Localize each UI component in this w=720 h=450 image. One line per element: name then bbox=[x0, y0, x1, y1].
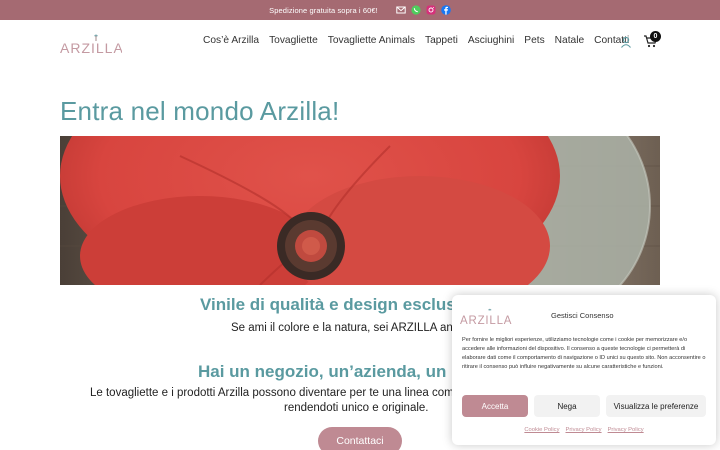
consent-title: Gestisci Consenso bbox=[551, 311, 614, 320]
nav-item-tovagliette[interactable]: Tovagliette bbox=[269, 35, 318, 46]
nav-item-tovagliette-animals[interactable]: Tovagliette Animals bbox=[328, 35, 415, 46]
main-navigation: Cos’è Arzilla Tovagliette Tovagliette An… bbox=[203, 35, 639, 46]
privacy-policy-link-2[interactable]: Privacy Policy bbox=[608, 427, 644, 433]
social-links bbox=[396, 5, 451, 15]
announcement-bar: Spedizione gratuita sopra i 60€! bbox=[0, 0, 720, 20]
arzilla-logo[interactable]: ARZILLA bbox=[60, 32, 122, 56]
nav-item-cose-arzilla[interactable]: Cos’è Arzilla bbox=[203, 35, 259, 46]
consent-arzilla-logo: ARZILLA bbox=[460, 308, 512, 327]
section-subtitle-quality: Vinile di qualità e design esclusivo bbox=[200, 295, 481, 314]
instagram-icon[interactable] bbox=[426, 5, 436, 15]
shipping-notice: Spedizione gratuita sopra i 60€! bbox=[269, 5, 378, 15]
hero-image bbox=[60, 136, 660, 285]
nav-item-asciughini[interactable]: Asciughini bbox=[468, 35, 514, 46]
cookie-policy-link[interactable]: Cookie Policy bbox=[524, 427, 559, 433]
nav-item-natale[interactable]: Natale bbox=[555, 35, 584, 46]
consent-description: Per fornire le migliori esperienze, util… bbox=[462, 337, 706, 370]
accept-button[interactable]: Accetta bbox=[462, 395, 528, 417]
facebook-icon[interactable] bbox=[441, 5, 451, 15]
page-title: Entra nel mondo Arzilla! bbox=[60, 96, 340, 126]
consent-policy-links: Cookie Policy Privacy Policy Privacy Pol… bbox=[452, 427, 716, 433]
deny-button[interactable]: Nega bbox=[534, 395, 600, 417]
user-account-icon[interactable] bbox=[620, 36, 632, 48]
site-header: ARZILLA Cos’è Arzilla Tovagliette Tovagl… bbox=[0, 20, 720, 64]
mail-icon[interactable] bbox=[396, 5, 406, 15]
svg-text:ARZILLA: ARZILLA bbox=[60, 40, 122, 56]
view-preferences-button[interactable]: Visualizza le preferenze bbox=[606, 395, 706, 417]
whatsapp-icon[interactable] bbox=[411, 5, 421, 15]
cookie-consent-dialog: ARZILLA Gestisci Consenso Per fornire le… bbox=[452, 295, 716, 445]
section-text-nature: Se ami il colore e la natura, sei ARZILL… bbox=[231, 322, 488, 334]
nav-item-pets[interactable]: Pets bbox=[524, 35, 544, 46]
cart-count-badge: 0 bbox=[650, 31, 661, 42]
svg-text:ARZILLA: ARZILLA bbox=[460, 315, 512, 327]
section-text-custom-line2: rendendoti unico e originale. bbox=[284, 402, 429, 414]
privacy-policy-link[interactable]: Privacy Policy bbox=[565, 427, 601, 433]
nav-item-tappeti[interactable]: Tappeti bbox=[425, 35, 458, 46]
contact-us-button[interactable]: Contattaci bbox=[318, 427, 402, 450]
